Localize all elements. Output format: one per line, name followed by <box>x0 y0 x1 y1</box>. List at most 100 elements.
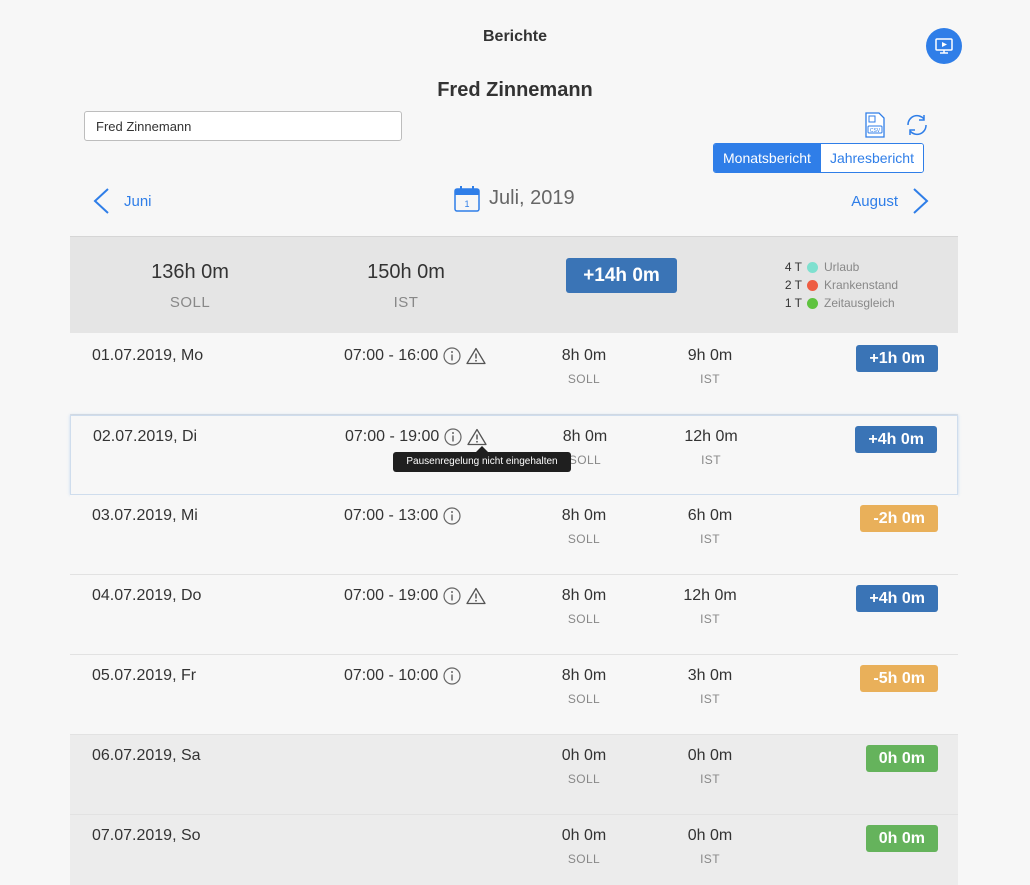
day-date: 06.07.2019, Sa <box>92 747 201 764</box>
info-icon[interactable] <box>444 428 462 446</box>
calendar-icon: 1 <box>454 186 480 212</box>
report-type-toggle: Monatsbericht Jahresbericht <box>713 143 924 173</box>
legend-label: Urlaub <box>824 260 860 274</box>
day-ist: 12h 0m IST <box>670 587 750 626</box>
day-ist-value: 9h 0m <box>687 347 733 364</box>
svg-text:1: 1 <box>464 199 469 209</box>
monthly-report-tab[interactable]: Monatsbericht <box>714 144 820 172</box>
summary-balance-badge: +14h 0m <box>566 258 677 293</box>
day-ist: 3h 0m IST <box>670 667 750 706</box>
day-ist-label: IST <box>700 772 720 786</box>
info-icon[interactable] <box>443 347 461 365</box>
next-month-button[interactable]: August <box>851 187 930 215</box>
day-ist-label: IST <box>700 692 720 706</box>
day-date: 05.07.2019, Fr <box>92 667 197 684</box>
employee-search-input[interactable] <box>84 111 402 141</box>
day-row[interactable]: 01.07.2019, Mo 07:00 - 16:00 8h 0m SOLL 9h 0… <box>70 335 958 415</box>
csv-file-icon: CSV <box>865 112 885 138</box>
day-time-range: 07:00 - 10:00 <box>344 667 439 684</box>
day-date: 04.07.2019, Do <box>92 587 202 604</box>
day-ist: 9h 0m IST <box>670 347 750 386</box>
day-soll-value: 8h 0m <box>561 347 607 364</box>
day-date: 03.07.2019, Mi <box>92 507 198 524</box>
yearly-report-tab[interactable]: Jahresbericht <box>819 144 923 172</box>
legend-count: 4 T <box>784 260 802 274</box>
refresh-button[interactable] <box>903 113 931 137</box>
day-date: 02.07.2019, Di <box>93 428 198 445</box>
summary-ist-value: 150h 0m <box>367 261 445 283</box>
day-time: 07:00 - 13:00 <box>344 507 461 525</box>
svg-text:CSV: CSV <box>870 128 881 134</box>
summary-ist: 150h 0m IST <box>342 261 470 311</box>
refresh-icon <box>907 114 927 136</box>
day-soll-value: 0h 0m <box>561 827 607 844</box>
current-month-label: Juli, 2019 <box>489 187 575 209</box>
day-diff-badge: 0h 0m <box>865 745 938 772</box>
day-soll-label: SOLL <box>567 532 601 546</box>
previous-month-button[interactable]: Juni <box>92 187 152 215</box>
day-diff-badge: 0h 0m <box>865 825 938 852</box>
day-soll: 8h 0m SOLL <box>544 587 624 626</box>
legend-dot <box>807 297 818 309</box>
next-month-label: August <box>851 192 898 210</box>
day-ist-label: IST <box>700 852 720 866</box>
day-diff-badge: +4h 0m <box>856 585 938 612</box>
day-time-range: 07:00 - 13:00 <box>344 507 439 524</box>
csv-export-button[interactable]: CSV <box>864 112 886 138</box>
day-ist-value: 0h 0m <box>687 747 733 764</box>
day-ist-label: IST <box>701 453 721 467</box>
info-icon[interactable] <box>443 507 461 525</box>
day-row[interactable]: 07.07.2019, So 0h 0m SOLL 0h 0m IST 0h 0m <box>70 815 958 885</box>
day-ist-label: IST <box>700 532 720 546</box>
header-title: Berichte <box>482 28 548 45</box>
day-soll-value: 8h 0m <box>561 587 607 604</box>
summary-soll-label: SOLL <box>169 294 211 311</box>
current-month-picker[interactable]: 1 Juli, 2019 <box>454 185 575 212</box>
day-soll: 0h 0m SOLL <box>544 747 624 786</box>
day-row[interactable]: 05.07.2019, Fr 07:00 - 10:00 8h 0m SOLL 3h 0… <box>70 655 958 735</box>
day-time-range: 07:00 - 19:00 <box>344 587 439 604</box>
warning-icon[interactable] <box>466 587 486 605</box>
warning-icon[interactable] <box>466 347 486 365</box>
day-ist-value: 0h 0m <box>687 827 733 844</box>
previous-month-label: Juni <box>124 192 152 210</box>
day-soll-label: SOLL <box>567 372 601 386</box>
day-soll: 8h 0m SOLL <box>544 507 624 546</box>
day-ist: 0h 0m IST <box>670 747 750 786</box>
day-date: 01.07.2019, Mo <box>92 347 204 364</box>
day-soll-label: SOLL <box>567 852 601 866</box>
day-time: 07:00 - 19:00 <box>344 587 486 605</box>
legend-item: 1 T Zeitausgleich <box>778 294 898 312</box>
day-diff-badge: +1h 0m <box>856 345 938 372</box>
day-date: 07.07.2019, So <box>92 827 201 844</box>
day-time: 07:00 - 10:00 <box>344 667 461 685</box>
day-soll-value: 0h 0m <box>561 747 607 764</box>
warning-icon[interactable] <box>467 428 487 446</box>
day-time-range: 07:00 - 19:00 <box>345 428 440 445</box>
legend-dot <box>807 261 818 273</box>
day-row[interactable]: 03.07.2019, Mi 07:00 - 13:00 8h 0m SOLL 6h 0… <box>70 495 958 575</box>
info-icon[interactable] <box>443 667 461 685</box>
day-soll-value: 8h 0m <box>562 428 608 445</box>
day-ist-value: 12h 0m <box>684 428 738 445</box>
day-time: 07:00 - 19:00 <box>345 428 487 446</box>
day-ist: 12h 0m IST <box>671 428 751 467</box>
absence-legend: 4 T Urlaub 2 T Krankenstand 1 T Zeitausgleich <box>778 258 898 312</box>
day-ist-value: 12h 0m <box>683 587 737 604</box>
day-soll-label: SOLL <box>567 612 601 626</box>
day-soll-label: SOLL <box>567 692 601 706</box>
video-tutorial-button[interactable] <box>926 28 962 64</box>
day-diff-badge: -5h 0m <box>860 665 938 692</box>
day-ist-value: 6h 0m <box>687 507 733 524</box>
day-row[interactable]: 06.07.2019, Sa 0h 0m SOLL 0h 0m IST 0h 0m <box>70 735 958 815</box>
legend-count: 1 T <box>784 296 802 310</box>
day-soll: 8h 0m SOLL <box>544 667 624 706</box>
day-soll-label: SOLL <box>567 772 601 786</box>
legend-label: Krankenstand <box>824 278 899 292</box>
legend-count: 2 T <box>784 278 802 292</box>
day-ist-label: IST <box>700 612 720 626</box>
day-row[interactable]: 04.07.2019, Do 07:00 - 19:00 8h 0m SOLL 12h … <box>70 575 958 655</box>
legend-item: 2 T Krankenstand <box>778 276 898 294</box>
legend-label: Zeitausgleich <box>824 296 895 310</box>
info-icon[interactable] <box>443 587 461 605</box>
